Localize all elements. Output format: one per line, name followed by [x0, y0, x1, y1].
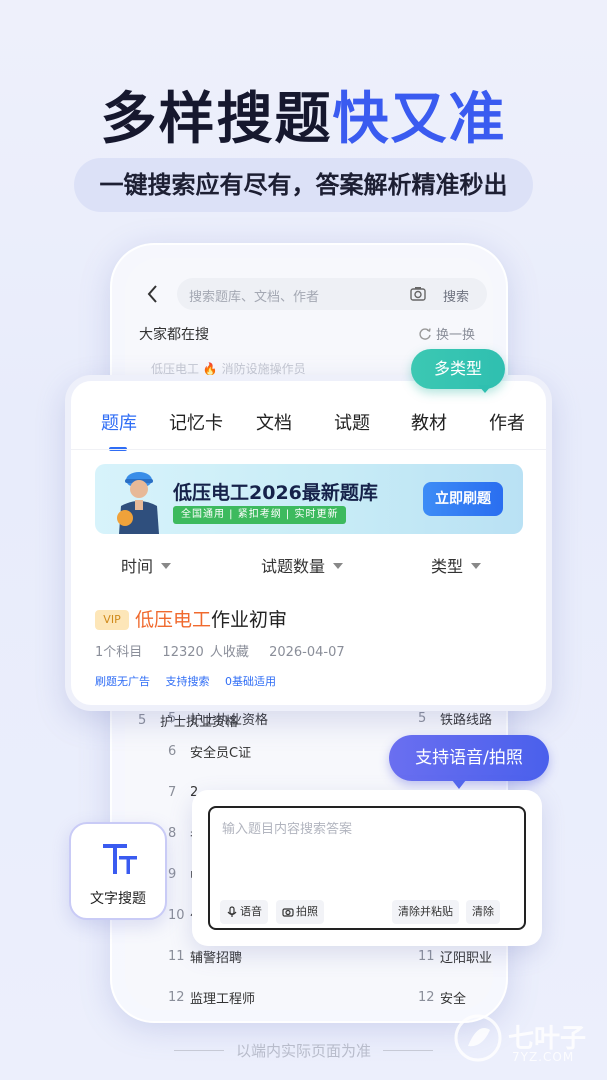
result-date: 2026-04-07 — [269, 645, 345, 660]
rank-item[interactable]: 6 安全员C证 — [168, 731, 390, 772]
camera-icon — [282, 908, 294, 917]
headline-part2: 快又准 — [332, 87, 507, 152]
hot-search-title: 大家都在搜 — [139, 327, 209, 343]
start-practice-button[interactable]: 立即刷题 — [423, 482, 503, 516]
watermark-domain: 7YZ.COM — [512, 1050, 575, 1064]
microphone-icon — [227, 906, 237, 917]
result-card: 题库 记忆卡 文档 试题 教材 作者 低压电工2026最新题库 全国通用 | 紧… — [65, 375, 552, 711]
divider-line — [173, 1050, 224, 1051]
result-title-rest: 作业初审 — [211, 609, 288, 631]
search-row: 搜索题库、文档、作者 搜索 — [139, 278, 487, 310]
result-favorites: 12320 人收藏 — [162, 645, 249, 660]
bubble-tail — [452, 780, 466, 789]
tab-textbooks[interactable]: 教材 — [411, 409, 447, 435]
camera-icon[interactable] — [409, 285, 427, 303]
multi-type-badge: 多类型 — [411, 349, 505, 389]
tab-exercises[interactable]: 试题 — [334, 409, 370, 435]
result-tags: 刷题无广告 支持搜索 0基础适用 — [95, 673, 288, 689]
back-arrow-icon[interactable] — [145, 282, 161, 306]
badge-tail — [478, 385, 492, 393]
refresh-label: 换一换 — [435, 328, 475, 343]
divider-line — [383, 1050, 433, 1051]
search-placeholder: 搜索题库、文档、作者 — [189, 290, 320, 305]
subline: 一键搜索应有尽有，答案解析精准秒出 — [74, 158, 533, 212]
rank-item[interactable]: 12 监理工程师 — [168, 977, 390, 1018]
clear-and-paste-button[interactable]: 清除并粘贴 — [392, 900, 459, 924]
category-tabs: 题库 记忆卡 文档 试题 教材 作者 — [71, 409, 546, 449]
caret-down-icon — [161, 563, 172, 569]
refresh-button[interactable]: 换一换 — [418, 324, 475, 343]
tab-question-bank[interactable]: 题库 — [101, 409, 137, 435]
refresh-icon — [419, 328, 431, 340]
filter-question-count[interactable]: 试题数量 — [261, 553, 344, 577]
caret-down-icon — [471, 563, 482, 569]
filter-time[interactable]: 时间 — [121, 553, 172, 577]
clear-button[interactable]: 清除 — [466, 900, 500, 924]
question-input[interactable]: 输入题目内容搜索答案 语音 拍照 清除并粘贴 清除 — [208, 806, 526, 930]
voice-photo-bubble: 支持语音/拍照 — [389, 735, 549, 781]
worker-illustration-icon — [117, 472, 159, 534]
filter-bar: 时间 试题数量 类型 — [71, 553, 546, 577]
result-tag: 刷题无广告 — [95, 675, 150, 688]
result-meta: 1个科目 12320 人收藏 2026-04-07 — [95, 641, 359, 660]
result-title[interactable]: VIP 低压电工作业初审 — [95, 605, 287, 632]
banner-title: 低压电工2026最新题库 — [173, 482, 378, 504]
vip-badge: VIP — [95, 610, 129, 630]
text-size-icon — [103, 844, 137, 874]
leaf-logo-icon — [454, 1014, 502, 1062]
tab-documents[interactable]: 文档 — [256, 409, 292, 435]
tab-flashcards[interactable]: 记忆卡 — [169, 409, 223, 435]
promo-banner[interactable]: 低压电工2026最新题库 全国通用 | 紧扣考纲 | 实时更新 立即刷题 — [95, 464, 523, 534]
headline-part1: 多样搜题 — [100, 87, 333, 152]
result-tag: 0基础适用 — [225, 675, 276, 688]
photo-button[interactable]: 拍照 — [276, 900, 324, 924]
search-button[interactable]: 搜索 — [443, 286, 469, 305]
headline: 多样搜题快又准 — [0, 74, 607, 155]
text-search-label: 文字搜题 — [90, 891, 146, 907]
result-tag: 支持搜索 — [165, 675, 210, 688]
tab-authors[interactable]: 作者 — [489, 409, 525, 435]
question-input-placeholder: 输入题目内容搜索答案 — [222, 822, 353, 837]
voice-button[interactable]: 语音 — [220, 900, 268, 924]
result-title-highlight: 低压电工 — [135, 609, 212, 631]
text-input-card: 输入题目内容搜索答案 语音 拍照 清除并粘贴 清除 — [192, 790, 542, 946]
caret-down-icon — [333, 563, 344, 569]
banner-tags: 全国通用 | 紧扣考纲 | 实时更新 — [173, 506, 347, 524]
filter-type[interactable]: 类型 — [431, 553, 482, 577]
search-input[interactable]: 搜索题库、文档、作者 搜索 — [177, 278, 487, 310]
watermark: 七叶子 7YZ.COM — [452, 1012, 602, 1072]
text-search-tile[interactable]: 文字搜题 — [69, 822, 167, 920]
tab-divider — [71, 449, 546, 450]
result-subjects: 1个科目 — [95, 645, 143, 660]
